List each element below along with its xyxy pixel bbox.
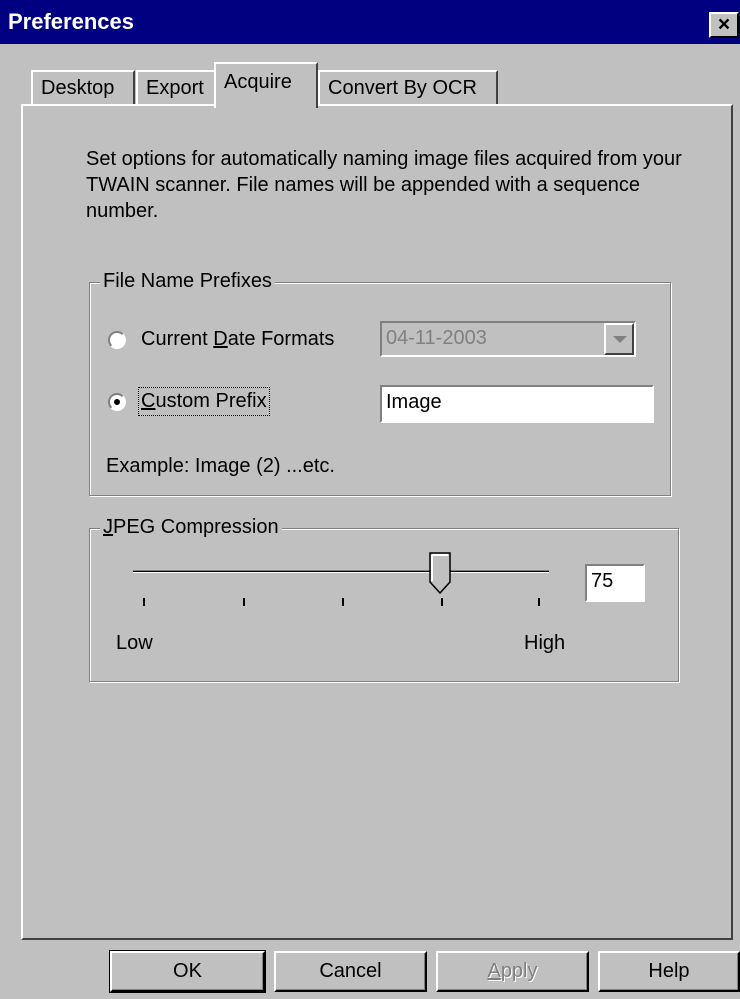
cancel-button[interactable]: Cancel <box>274 951 427 992</box>
tab-export-label: Export <box>146 77 204 99</box>
example-text: Example: Image (2) ...etc. <box>106 455 335 477</box>
file-name-prefixes-legend: File Name Prefixes <box>100 270 275 293</box>
jpeg-compression-group <box>89 528 679 682</box>
tab-acquire-label: Acquire <box>224 71 292 93</box>
radio-selected-dot <box>114 399 120 405</box>
close-button[interactable]: × <box>709 12 739 38</box>
slider-high-label: High <box>524 632 566 654</box>
date-format-value: 04-11-2003 <box>386 327 487 349</box>
description-text: Set options for automatically naming ima… <box>86 148 682 222</box>
slider-tick <box>441 598 443 606</box>
slider-tick <box>342 598 344 606</box>
chevron-down-icon[interactable] <box>604 323 634 355</box>
custom-prefix-input[interactable]: Image <box>380 385 654 423</box>
tab-convert-label: Convert By OCR <box>328 77 477 99</box>
date-format-radio[interactable] <box>108 331 126 349</box>
jpeg-slider-track[interactable] <box>133 570 549 573</box>
jpeg-compression-legend: JPEG Compression <box>100 516 282 539</box>
preferences-dialog: Preferences × Desktop Export Acquire Con… <box>0 0 740 999</box>
slider-tick <box>538 598 540 606</box>
slider-tick <box>243 598 245 606</box>
slider-low-label: Low <box>116 632 153 654</box>
title-bar: Preferences × <box>0 0 740 44</box>
date-format-label: Current Date Formats <box>141 328 335 350</box>
tab-acquire[interactable]: Acquire <box>214 62 318 108</box>
apply-button[interactable]: Apply <box>436 951 589 992</box>
custom-prefix-label: Custom Prefix <box>138 387 270 416</box>
ok-button[interactable]: OK <box>109 950 266 993</box>
jpeg-slider-thumb[interactable] <box>429 552 451 594</box>
slider-tick <box>143 598 145 606</box>
date-format-dropdown[interactable]: 04-11-2003 <box>380 321 636 357</box>
close-icon: × <box>717 13 731 36</box>
custom-prefix-radio[interactable] <box>108 393 126 411</box>
window-title: Preferences <box>8 9 134 34</box>
jpeg-quality-input[interactable]: 75 <box>585 564 645 602</box>
tab-desktop-label: Desktop <box>41 77 115 99</box>
tab-desktop[interactable]: Desktop <box>31 70 135 106</box>
tab-export[interactable]: Export <box>136 70 216 106</box>
help-button[interactable]: Help <box>598 951 740 992</box>
tab-convert-by-ocr[interactable]: Convert By OCR <box>318 70 498 106</box>
